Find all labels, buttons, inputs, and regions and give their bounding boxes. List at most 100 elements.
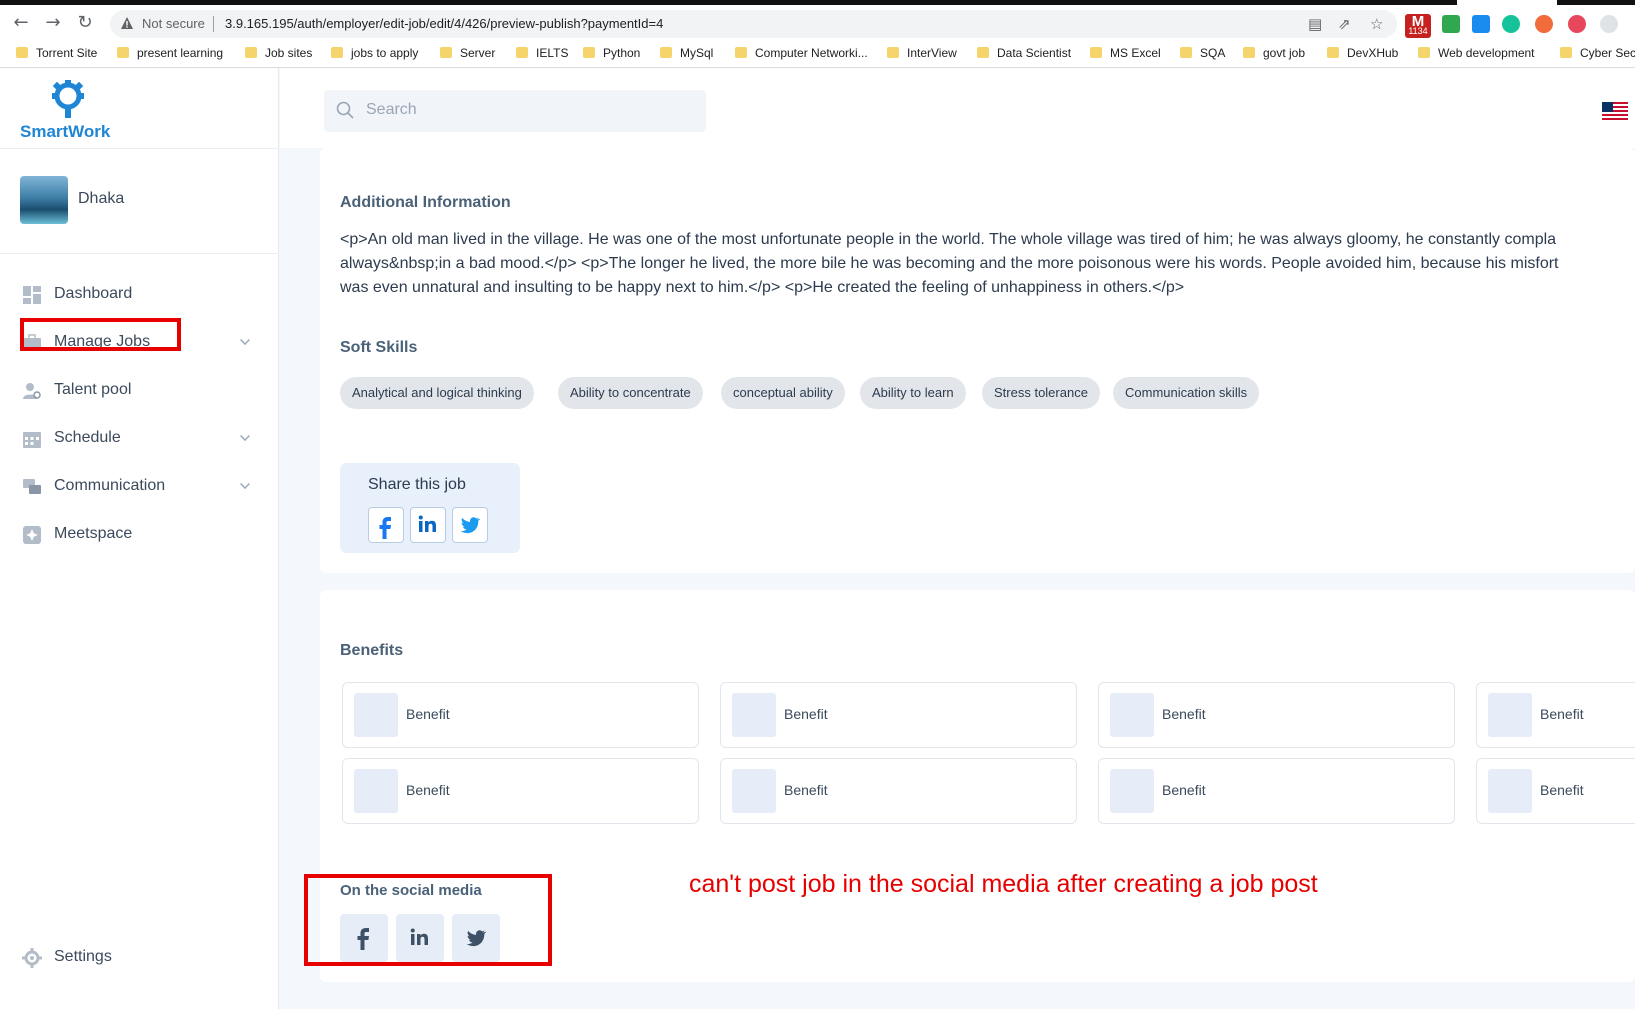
sidebar-item-label: Meetspace (54, 525, 133, 542)
bookmark-item[interactable]: Python (583, 46, 640, 60)
address-bar[interactable]: Not secure 3.9.165.195/auth/employer/edi… (110, 10, 1397, 38)
benefit-label: Benefit (1540, 782, 1584, 798)
text-line: <p>An old man lived in the village. He w… (340, 231, 1557, 248)
meetspace-icon (23, 526, 41, 544)
bookmark-item[interactable]: DevXHub (1327, 46, 1398, 60)
bookmark-item[interactable]: Job sites (245, 46, 312, 60)
user-search-icon (23, 383, 41, 399)
divider (0, 253, 279, 254)
soft-skills-title: Soft Skills (340, 339, 418, 356)
additional-info-text: <p>An old man lived in the village. He w… (340, 228, 1635, 300)
annotation-note: can't post job in the social media after… (689, 870, 1318, 898)
folder-icon (660, 46, 672, 58)
back-arrow-icon[interactable]: ← (10, 12, 32, 34)
drop-extension-icon[interactable] (1472, 15, 1490, 33)
benefit-label: Benefit (406, 706, 450, 722)
bookmark-item[interactable]: MySql (660, 46, 713, 60)
share-title: Share this job (368, 476, 466, 493)
reader-mode-icon[interactable]: ▤ (1308, 15, 1322, 33)
folder-icon (245, 46, 257, 58)
share-icon[interactable]: ⇗ (1338, 15, 1351, 33)
bookmark-star-icon[interactable]: ☆ (1370, 15, 1383, 33)
sidebar-item-label: Schedule (54, 429, 121, 446)
brand-name: SmartWork (20, 122, 111, 141)
shield-extension-icon[interactable] (1442, 15, 1460, 33)
folder-icon (516, 46, 528, 58)
dashboard-icon (23, 286, 41, 304)
folder-icon (1560, 46, 1572, 58)
url-text[interactable]: 3.9.165.195/auth/employer/edit-job/edit/… (225, 16, 663, 31)
chevron-down-icon[interactable] (240, 335, 250, 345)
bookmark-item[interactable]: SQA (1180, 46, 1225, 60)
bookmark-item[interactable]: Data Scientist (977, 46, 1071, 60)
benefit-item: Benefit (342, 682, 699, 748)
gear-icon (22, 948, 42, 968)
facebook-icon (379, 517, 391, 539)
settings-label: Settings (54, 948, 112, 965)
twitter-icon (460, 517, 481, 534)
search-icon (336, 101, 354, 119)
smartwork-logo[interactable]: SmartWork (18, 80, 118, 144)
chat-icon (23, 479, 41, 494)
main-header: Search (280, 68, 1635, 148)
forward-arrow-icon[interactable]: → (42, 12, 64, 34)
benefit-icon (1110, 693, 1154, 737)
bookmark-item[interactable]: Torrent Site (16, 46, 97, 60)
folder-icon (117, 46, 129, 58)
folder-icon (1418, 46, 1430, 58)
skill-chip: Ability to concentrate (558, 377, 703, 409)
share-twitter-button[interactable] (452, 507, 488, 543)
warning-icon (121, 17, 133, 29)
orange-extension-icon[interactable] (1535, 15, 1553, 33)
red-extension-icon[interactable] (1568, 15, 1586, 33)
benefit-label: Benefit (784, 706, 828, 722)
mouse-extension-icon[interactable] (1600, 15, 1618, 33)
share-linkedin-button[interactable] (410, 507, 446, 543)
sidebar-item-schedule[interactable]: Schedule (22, 426, 262, 452)
benefit-item: Benefit (720, 758, 1077, 824)
skill-chip: Ability to learn (860, 377, 966, 409)
bookmark-item[interactable]: Computer Networki... (735, 46, 868, 60)
benefit-icon (1488, 693, 1532, 737)
sidebar-item-communication[interactable]: Communication (22, 474, 262, 500)
gmail-extension-icon[interactable]: M 1134 (1405, 13, 1431, 38)
skill-chip: Communication skills (1113, 377, 1260, 409)
benefit-icon (354, 769, 398, 813)
sidebar-item-settings[interactable]: Settings (22, 945, 222, 971)
grammarly-extension-icon[interactable] (1502, 15, 1520, 33)
browser-toolbar: ← → ↻ Not secure 3.9.165.195/auth/employ… (0, 5, 1635, 41)
chevron-down-icon[interactable] (240, 479, 250, 489)
bookmark-item[interactable]: present learning (117, 46, 223, 60)
divider (0, 148, 279, 149)
bookmark-item[interactable]: IELTS (516, 46, 568, 60)
bookmark-item[interactable]: Web development (1418, 46, 1535, 60)
bookmark-item[interactable]: govt job (1243, 46, 1305, 60)
search-input[interactable]: Search (366, 101, 417, 119)
sidebar-item-label: Talent pool (54, 381, 132, 398)
us-flag-icon[interactable] (1602, 102, 1628, 120)
gear-bulb-icon (52, 80, 84, 118)
sidebar-item-dashboard[interactable]: Dashboard (22, 282, 262, 308)
bookmark-item[interactable]: jobs to apply (331, 46, 418, 60)
bookmark-item[interactable]: InterView (887, 46, 957, 60)
bookmark-item[interactable]: MS Excel (1090, 46, 1161, 60)
user-name: Dhaka (78, 190, 125, 207)
benefit-item: Benefit (1098, 758, 1455, 824)
job-details-card: Additional Information <p>An old man liv… (320, 148, 1635, 573)
share-facebook-button[interactable] (368, 507, 404, 543)
folder-icon (1327, 46, 1339, 58)
benefits-title: Benefits (340, 642, 404, 659)
chevron-down-icon[interactable] (240, 431, 250, 441)
bookmark-item[interactable]: Server (440, 46, 495, 60)
security-label: Not secure (142, 16, 205, 31)
folder-icon (887, 46, 899, 58)
search-box[interactable]: Search (324, 90, 706, 132)
folder-icon (331, 46, 343, 58)
sidebar-item-talent-pool[interactable]: Talent pool (22, 378, 262, 404)
reload-icon[interactable]: ↻ (74, 12, 96, 34)
benefit-label: Benefit (1162, 706, 1206, 722)
folder-icon (16, 46, 28, 58)
sidebar-item-meetspace[interactable]: Meetspace (22, 522, 262, 548)
benefit-item: Benefit (1476, 682, 1635, 748)
bookmark-item[interactable]: Cyber Secu (1560, 46, 1635, 60)
